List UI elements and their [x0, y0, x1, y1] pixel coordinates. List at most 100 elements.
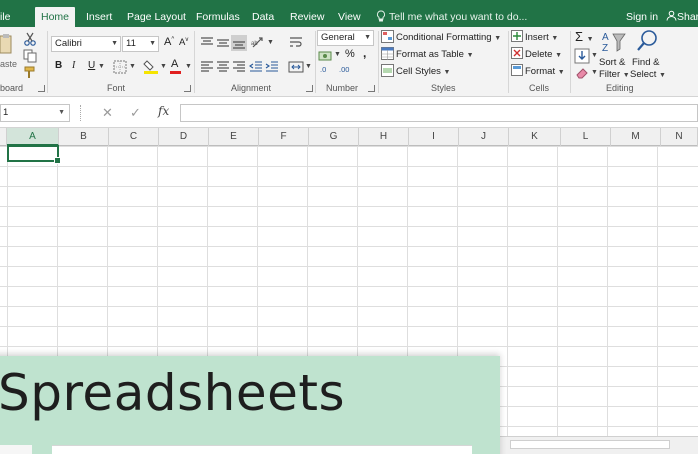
- formula-input[interactable]: [180, 104, 698, 122]
- align-middle-icon[interactable]: [215, 35, 231, 51]
- column-header[interactable]: E: [209, 128, 259, 146]
- cells-group-label: Cells: [529, 83, 550, 93]
- column-header[interactable]: H: [359, 128, 409, 146]
- clear-dropdown-icon[interactable]: ▼: [591, 69, 598, 76]
- comma-button[interactable]: ,: [363, 46, 366, 60]
- fill-color-dropdown-icon[interactable]: ▼: [160, 63, 167, 70]
- conditional-formatting-button[interactable]: Conditional Formatting ▼: [381, 30, 501, 43]
- select-all-corner[interactable]: [0, 128, 7, 146]
- fill-dropdown-icon[interactable]: ▼: [591, 52, 598, 59]
- decrease-decimal-button[interactable]: .00: [339, 65, 349, 74]
- decrease-indent-icon[interactable]: [248, 59, 264, 75]
- formula-bar-grip[interactable]: [80, 105, 83, 121]
- align-top-icon[interactable]: [199, 35, 215, 51]
- column-header[interactable]: I: [409, 128, 459, 146]
- merge-center-icon[interactable]: [288, 59, 304, 75]
- tell-me-search[interactable]: Tell me what you want to do...: [376, 7, 527, 27]
- fill-down-icon[interactable]: [574, 48, 590, 64]
- tab-view[interactable]: View: [338, 7, 361, 27]
- orientation-dropdown-icon[interactable]: ▼: [267, 39, 274, 46]
- merge-dropdown-icon[interactable]: ▼: [305, 63, 312, 70]
- number-launcher[interactable]: [368, 85, 375, 92]
- number-format-dropdown[interactable]: General ▼: [317, 30, 374, 46]
- tab-file[interactable]: ile: [0, 7, 11, 27]
- find-magnifier-icon[interactable]: [635, 28, 659, 54]
- align-bottom-icon[interactable]: [231, 35, 247, 51]
- wrap-text-icon[interactable]: [288, 35, 304, 51]
- cell-styles-button[interactable]: Cell Styles ▼: [381, 64, 450, 77]
- alignment-group: ab ▼ ▼ Alignment: [196, 27, 314, 97]
- cancel-icon[interactable]: ✕: [102, 105, 113, 121]
- font-color-button[interactable]: A: [170, 58, 181, 74]
- format-as-table-button[interactable]: Format as Table ▼: [381, 47, 474, 60]
- column-header[interactable]: G: [309, 128, 359, 146]
- currency-icon[interactable]: [318, 48, 334, 64]
- font-name-dropdown[interactable]: Calibri ▼: [51, 36, 121, 52]
- tab-insert[interactable]: Insert: [86, 7, 112, 27]
- increase-indent-icon[interactable]: [264, 59, 280, 75]
- tab-review[interactable]: Review: [290, 7, 324, 27]
- underline-dropdown-icon[interactable]: ▼: [98, 63, 105, 70]
- name-box-value: 1: [3, 107, 9, 118]
- format-cells-button[interactable]: Format ▼: [511, 64, 565, 77]
- tab-data[interactable]: Data: [252, 7, 274, 27]
- title-banner: Spreadsheets: [0, 356, 500, 454]
- tab-home[interactable]: Home: [35, 7, 76, 27]
- increase-decimal-button[interactable]: .0: [320, 65, 326, 74]
- sort-filter-icon[interactable]: AZ: [600, 29, 626, 55]
- autosum-button[interactable]: Σ ▼: [575, 29, 594, 44]
- enter-icon[interactable]: ✓: [130, 105, 141, 121]
- horizontal-scrollbar[interactable]: [510, 440, 670, 449]
- align-right-icon[interactable]: [231, 59, 247, 75]
- find-select-button[interactable]: Select ▼: [630, 69, 666, 80]
- format-painter-icon[interactable]: [22, 65, 38, 81]
- insert-function-button[interactable]: fx: [158, 104, 169, 118]
- font-size-dropdown[interactable]: 11 ▼: [122, 36, 159, 52]
- shrink-font-button[interactable]: Av: [179, 37, 188, 48]
- orientation-icon[interactable]: ab: [250, 35, 266, 51]
- name-box[interactable]: 1 ▼: [0, 104, 70, 122]
- clipboard-launcher[interactable]: [38, 85, 45, 92]
- font-launcher[interactable]: [184, 85, 191, 92]
- align-center-icon[interactable]: [215, 59, 231, 75]
- styles-group-label: Styles: [431, 83, 456, 93]
- column-header[interactable]: B: [59, 128, 109, 146]
- editing-group-label: Editing: [606, 83, 634, 93]
- column-header[interactable]: A: [7, 128, 59, 146]
- currency-dropdown-icon[interactable]: ▼: [334, 51, 341, 58]
- active-cell-a1[interactable]: [7, 145, 61, 164]
- sign-in-link[interactable]: Sign in: [626, 7, 658, 27]
- font-color-dropdown-icon[interactable]: ▼: [185, 63, 192, 70]
- sort-filter-label-1[interactable]: Sort &: [599, 57, 625, 68]
- tab-formulas[interactable]: Formulas: [196, 7, 240, 27]
- paste-icon[interactable]: [0, 33, 12, 61]
- align-left-icon[interactable]: [199, 59, 215, 75]
- alignment-launcher[interactable]: [306, 85, 313, 92]
- copy-icon[interactable]: [22, 48, 38, 64]
- bold-button[interactable]: B: [55, 60, 62, 71]
- scissors-icon[interactable]: [22, 31, 38, 47]
- borders-icon[interactable]: [112, 59, 128, 75]
- grow-font-button[interactable]: A^: [164, 36, 174, 48]
- column-header[interactable]: L: [561, 128, 611, 146]
- editing-group: Σ ▼ ▼ ▼ AZ Sort & Filter ▼ Find & Select…: [572, 27, 696, 97]
- delete-cells-button[interactable]: Delete ▼: [511, 47, 562, 60]
- eraser-icon[interactable]: [574, 65, 590, 81]
- italic-button[interactable]: I: [72, 60, 75, 71]
- percent-button[interactable]: %: [345, 48, 355, 60]
- column-header[interactable]: J: [459, 128, 509, 146]
- column-header[interactable]: M: [611, 128, 661, 146]
- column-header[interactable]: D: [159, 128, 209, 146]
- borders-dropdown-icon[interactable]: ▼: [129, 63, 136, 70]
- column-header[interactable]: K: [509, 128, 561, 146]
- column-header[interactable]: C: [109, 128, 159, 146]
- share-button[interactable]: Shar: [666, 7, 698, 27]
- column-header[interactable]: N: [661, 128, 698, 146]
- find-select-label-1[interactable]: Find &: [632, 57, 659, 68]
- underline-button[interactable]: U: [88, 60, 95, 71]
- insert-cells-button[interactable]: Insert ▼: [511, 30, 558, 43]
- fill-color-icon[interactable]: [143, 58, 159, 74]
- sort-filter-button[interactable]: Filter ▼: [599, 69, 630, 80]
- column-header[interactable]: F: [259, 128, 309, 146]
- tab-page-layout[interactable]: Page Layout: [127, 7, 186, 27]
